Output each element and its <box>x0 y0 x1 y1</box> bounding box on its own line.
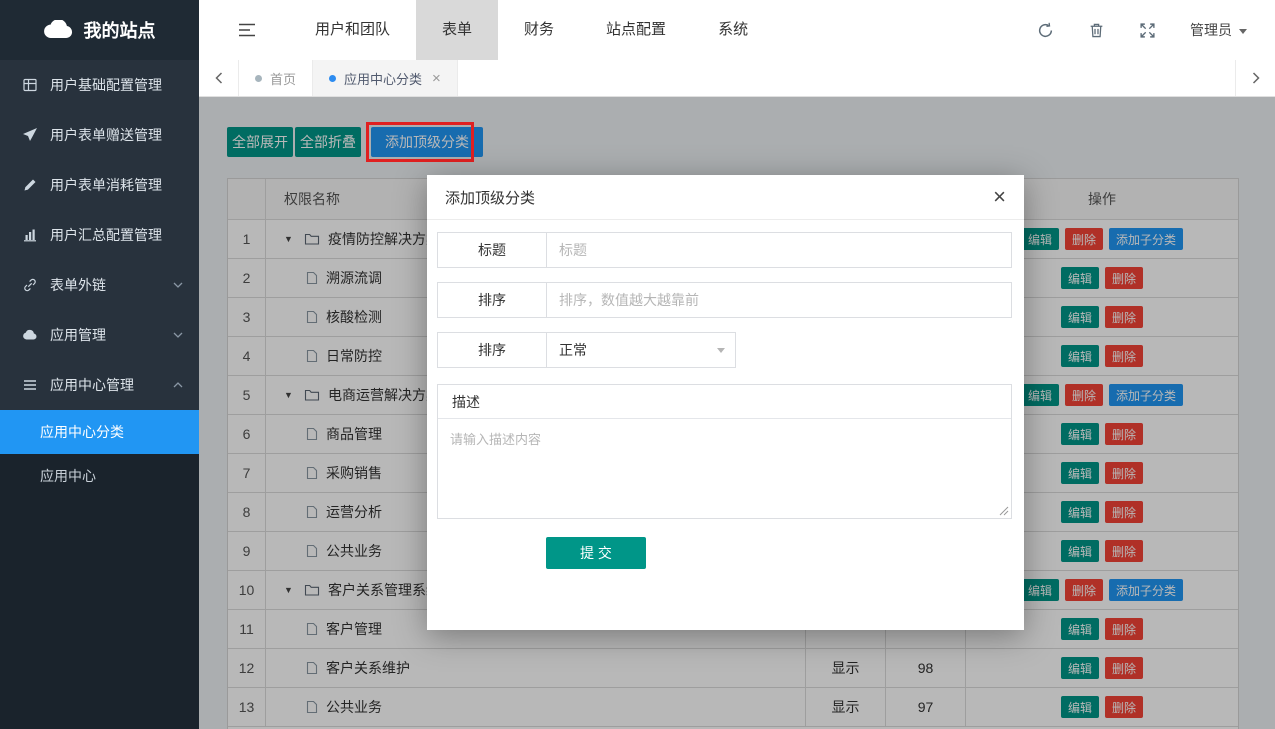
nav-item-finance[interactable]: 财务 <box>498 0 580 60</box>
sidebar-toggle-icon[interactable] <box>217 0 277 60</box>
app-window: 我的站点 用户和团队 表单 财务 站点配置 系统 管理员 <box>0 0 1275 729</box>
tab-home[interactable]: 首页 <box>239 60 313 96</box>
send-icon <box>22 127 38 143</box>
sidebar-subitem-app-center[interactable]: 应用中心 <box>0 454 199 498</box>
sidebar-item-user-base-config[interactable]: 用户基础配置管理 <box>0 60 199 110</box>
admin-label: 管理员 <box>1190 20 1232 40</box>
tab-dot-icon <box>329 75 336 82</box>
tab-close-icon[interactable]: × <box>432 71 441 86</box>
cloud-icon <box>22 327 38 343</box>
chevron-down-icon <box>173 332 183 338</box>
title-field-label: 标题 <box>437 232 547 268</box>
sidebar-item-label: 应用中心管理 <box>50 375 134 395</box>
close-icon[interactable]: × <box>993 186 1006 208</box>
sidebar-item-label: 应用管理 <box>50 325 106 345</box>
sidebar-subitem-app-center-category[interactable]: 应用中心分类 <box>0 410 199 454</box>
sort-field-label: 排序 <box>437 282 547 318</box>
grid-book-icon <box>22 77 38 93</box>
sidebar-item-label: 用户汇总配置管理 <box>50 225 162 245</box>
nav-item-forms[interactable]: 表单 <box>416 0 498 60</box>
sidebar: 用户基础配置管理 用户表单赠送管理 用户表单消耗管理 用户汇总配置管理 表单外链… <box>0 60 199 729</box>
pen-icon <box>22 177 38 193</box>
title-input[interactable] <box>546 232 1012 268</box>
fullscreen-icon[interactable] <box>1139 22 1156 39</box>
status-field-row: 排序 正常 <box>437 332 1012 368</box>
tab-label: 应用中心分类 <box>344 69 422 88</box>
status-select[interactable]: 正常 <box>546 332 736 368</box>
topbar-actions: 管理员 <box>1037 20 1275 40</box>
sidebar-item-form-consume[interactable]: 用户表单消耗管理 <box>0 160 199 210</box>
bar-chart-icon <box>22 227 38 243</box>
resize-handle-icon[interactable] <box>999 506 1009 516</box>
sort-field-row: 排序 <box>437 282 1012 318</box>
site-logo[interactable]: 我的站点 <box>0 0 199 60</box>
status-select-value: 正常 <box>559 340 587 360</box>
description-label: 描述 <box>438 385 1011 419</box>
sidebar-item-form-external-link[interactable]: 表单外链 <box>0 260 199 310</box>
sidebar-item-label: 用户表单消耗管理 <box>50 175 162 195</box>
nav-item-users-teams[interactable]: 用户和团队 <box>289 0 416 60</box>
sidebar-item-label: 用户基础配置管理 <box>50 75 162 95</box>
description-textarea[interactable] <box>438 419 1011 518</box>
modal-header: 添加顶级分类 × <box>427 175 1024 220</box>
sidebar-item-app-center-management[interactable]: 应用中心管理 <box>0 360 199 410</box>
admin-menu[interactable]: 管理员 <box>1190 20 1247 40</box>
tab-app-center-category[interactable]: 应用中心分类 × <box>313 60 458 96</box>
refresh-icon[interactable] <box>1037 22 1054 39</box>
sidebar-item-label: 用户表单赠送管理 <box>50 125 162 145</box>
tabbar: 首页 应用中心分类 × <box>199 60 1275 97</box>
title-field-row: 标题 <box>437 232 1012 268</box>
sidebar-item-app-management[interactable]: 应用管理 <box>0 310 199 360</box>
chevron-down-icon <box>717 348 725 353</box>
sidebar-item-label: 表单外链 <box>50 275 106 295</box>
tabs-scroll-left-button[interactable] <box>199 60 239 96</box>
list-menu-icon <box>22 377 38 393</box>
link-icon <box>22 277 38 293</box>
tab-dot-icon <box>255 75 262 82</box>
sidebar-item-form-gift[interactable]: 用户表单赠送管理 <box>0 110 199 160</box>
submit-button[interactable]: 提 交 <box>546 537 646 569</box>
chevron-up-icon <box>173 382 183 388</box>
sidebar-item-user-summary[interactable]: 用户汇总配置管理 <box>0 210 199 260</box>
top-navigation: 用户和团队 表单 财务 站点配置 系统 <box>289 0 774 60</box>
add-top-category-modal: 添加顶级分类 × 标题 排序 排序 正常 描述 提 交 <box>427 175 1024 630</box>
status-field-label: 排序 <box>437 332 547 368</box>
cloud-logo-icon <box>44 20 74 40</box>
nav-item-system[interactable]: 系统 <box>692 0 774 60</box>
description-field: 描述 <box>437 384 1012 519</box>
chevron-down-icon <box>173 282 183 288</box>
chevron-down-icon <box>1239 29 1247 34</box>
site-name: 我的站点 <box>84 17 156 43</box>
sort-input[interactable] <box>546 282 1012 318</box>
topbar: 我的站点 用户和团队 表单 财务 站点配置 系统 管理员 <box>0 0 1275 60</box>
modal-title: 添加顶级分类 <box>445 187 535 208</box>
nav-item-site-config[interactable]: 站点配置 <box>580 0 692 60</box>
tab-label: 首页 <box>270 69 296 88</box>
tabs-scroll-right-button[interactable] <box>1235 60 1275 96</box>
trash-icon[interactable] <box>1088 22 1105 39</box>
